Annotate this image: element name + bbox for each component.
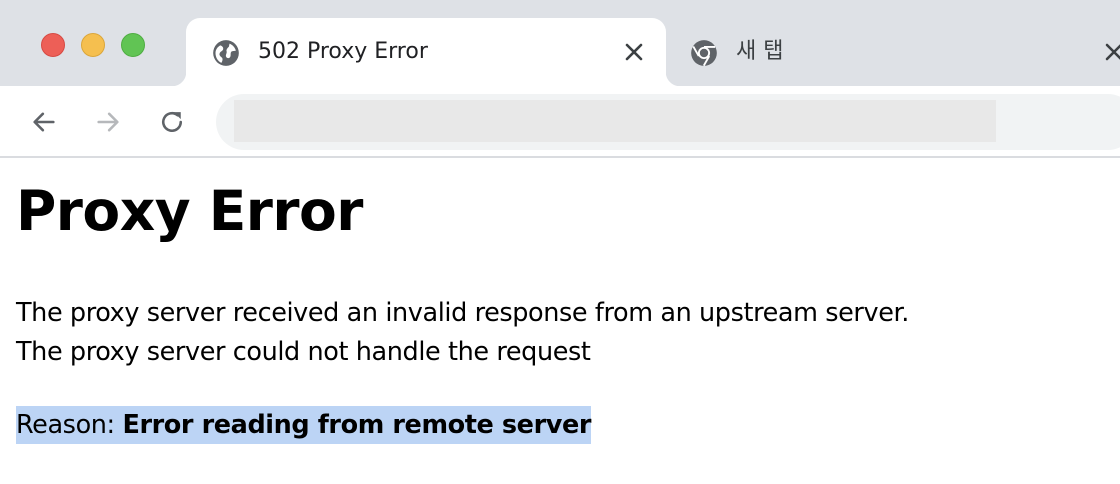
browser-toolbar — [0, 86, 1120, 158]
reload-icon[interactable] — [158, 108, 186, 136]
tab-title: 새 탭 — [736, 39, 784, 64]
description-line: The proxy server received an invalid res… — [16, 298, 909, 328]
window-close-button[interactable] — [41, 33, 65, 57]
url-input[interactable] — [234, 100, 996, 142]
window-zoom-button[interactable] — [121, 33, 145, 57]
error-reason: Reason: Error reading from remote server — [16, 406, 591, 444]
tab-new-tab[interactable]: 새 탭 — [680, 18, 1120, 86]
tab-strip: 502 Proxy Error 새 탭 — [0, 0, 1120, 86]
window-minimize-button[interactable] — [81, 33, 105, 57]
reason-label: Reason: — [16, 410, 123, 440]
back-arrow-icon[interactable] — [30, 108, 58, 136]
page-title: Proxy Error — [16, 179, 363, 243]
tab-proxy-error[interactable]: 502 Proxy Error — [172, 18, 680, 86]
chrome-icon — [691, 40, 717, 67]
forward-arrow-icon[interactable] — [94, 108, 122, 136]
error-description: The proxy server received an invalid res… — [16, 294, 909, 372]
description-line: The proxy server could not handle the re… — [16, 337, 591, 367]
page-content: Proxy Error The proxy server received an… — [0, 160, 1120, 484]
globe-icon — [213, 40, 239, 66]
close-tab-icon[interactable] — [1102, 40, 1120, 64]
tab-title: 502 Proxy Error — [258, 39, 428, 64]
close-tab-icon[interactable] — [622, 40, 646, 64]
address-bar[interactable] — [216, 94, 1120, 150]
reason-value: Error reading from remote server — [122, 410, 592, 440]
